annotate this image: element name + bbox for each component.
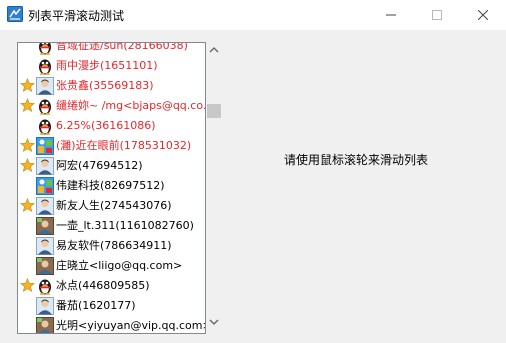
qq-penguin-icon (39, 119, 51, 135)
user-photo-icon (36, 157, 54, 175)
title-bar[interactable]: 列表平滑滚动测试 (0, 0, 506, 31)
list-item[interactable]: 庄晓立<liigo@qq.com> (18, 256, 205, 276)
list-item-label: 阿宏(47694512) (56, 159, 143, 172)
list-item-label: 冰点(446809585) (56, 279, 150, 292)
qq-penguin-icon (39, 59, 51, 75)
scroll-down-arrow-icon[interactable] (207, 316, 221, 328)
list-item-label: 雨中漫步(1651101) (56, 59, 158, 72)
list-item[interactable]: 伟建科技(82697512) (18, 176, 205, 196)
scroll-hint-text: 请使用鼠标滚轮来滑动列表 (284, 153, 429, 167)
list-item[interactable]: 一壶_lt.311(1161082760) (18, 216, 205, 236)
list-item[interactable]: 阿宏(47694512) (18, 156, 205, 176)
qq-penguin-icon (39, 99, 51, 115)
star-icon (20, 98, 35, 112)
list-item[interactable]: 易友软件(786634911) (18, 236, 205, 256)
list-item[interactable]: 冰点(446809585) (18, 276, 205, 296)
star-icon (20, 158, 35, 172)
list-item-label: 新友人生(274543076) (56, 199, 172, 212)
star-icon (20, 138, 35, 152)
window-title: 列表平滑滚动测试 (28, 9, 125, 23)
list-item-label: 6.25%(36161086) (56, 119, 156, 132)
list-item[interactable]: 缱绻妳~ /mg<bjaps@qq.co... (18, 96, 205, 116)
list-item-label: 光明<yiyuyan@vip.qq.com> (56, 319, 205, 332)
star-icon (20, 78, 35, 92)
minimize-icon (386, 14, 396, 15)
user-photo-icon (36, 197, 54, 215)
scrollbar-thumb[interactable] (207, 104, 221, 118)
list-item[interactable]: 新友人生(274543076) (18, 196, 205, 216)
list-item[interactable]: 光明<yiyuyan@vip.qq.com> (18, 316, 205, 333)
scroll-up-arrow-icon[interactable] (207, 44, 221, 56)
photo-avatar-icon (36, 217, 54, 235)
colorful-avatar-icon (36, 137, 54, 155)
maximize-icon (432, 9, 442, 20)
minimize-button[interactable] (368, 0, 414, 29)
list-item[interactable]: 音域征途/sun(28166038) (18, 42, 205, 56)
app-window: 列表平滑滚动测试 音域征途/sun(28166038) 雨中漫步(1651101)… (0, 0, 506, 343)
close-icon (478, 9, 488, 20)
list-item-label: 一壶_lt.311(1161082760) (56, 219, 194, 232)
star-icon (20, 198, 35, 212)
maximize-button[interactable] (414, 0, 460, 29)
star-icon (20, 278, 35, 292)
list-item-label: 音域征途/sun(28166038) (56, 42, 188, 52)
list-item[interactable]: 番茄(1620177) (18, 296, 205, 316)
list-item[interactable]: 张贵鑫(35569183) (18, 76, 205, 96)
user-photo-icon (36, 297, 54, 315)
list-item-label: (灉)近在眼前(178531032) (56, 139, 192, 152)
list-item-label: 伟建科技(82697512) (56, 179, 165, 192)
contact-list-rows: 音域征途/sun(28166038) 雨中漫步(1651101) 张贵鑫(35569… (18, 42, 205, 333)
app-icon (7, 6, 23, 22)
photo-avatar-icon (36, 317, 54, 333)
colorful-avatar-icon (36, 177, 54, 195)
list-item-label: 张贵鑫(35569183) (56, 79, 154, 92)
close-button[interactable] (460, 0, 506, 29)
user-photo-icon (36, 77, 54, 95)
list-item-label: 番茄(1620177) (56, 299, 136, 312)
qq-penguin-icon (39, 43, 51, 55)
user-photo-icon (36, 237, 54, 255)
list-item[interactable]: 6.25%(36161086) (18, 116, 205, 136)
contact-list[interactable]: 音域征途/sun(28166038) 雨中漫步(1651101) 张贵鑫(35569… (17, 42, 206, 334)
list-item-label: 庄晓立<liigo@qq.com> (56, 259, 183, 272)
qq-penguin-icon (39, 279, 51, 295)
client-area: 音域征途/sun(28166038) 雨中漫步(1651101) 张贵鑫(35569… (0, 30, 506, 343)
list-item-label: 缱绻妳~ /mg<bjaps@qq.co... (56, 99, 205, 112)
photo-avatar-icon (36, 257, 54, 275)
list-item[interactable]: (灉)近在眼前(178531032) (18, 136, 205, 156)
list-item-label: 易友软件(786634911) (56, 239, 172, 252)
list-item[interactable]: 雨中漫步(1651101) (18, 56, 205, 76)
